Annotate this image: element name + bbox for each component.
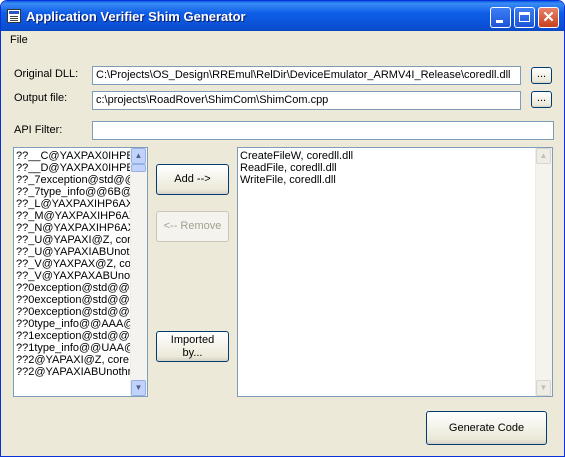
window-title: Application Verifier Shim Generator [26,9,246,24]
scroll-up-icon[interactable]: ▲ [536,148,551,164]
list-item[interactable]: ??_V@YAXPAXABUno [16,270,130,282]
list-item[interactable]: CreateFileW, coredll.dll [240,150,535,162]
list-item[interactable]: ??0type_info@@AAA@ [16,318,130,330]
list-item[interactable]: ??2@YAPAXI@Z, core [16,354,130,366]
list-item[interactable]: ??__D@YAXPAX0IHPE [16,162,130,174]
menu-file[interactable]: File [10,34,28,46]
left-scrollbar[interactable]: ▲ ▼ [130,148,147,396]
api-filter-label: API Filter: [14,124,63,136]
close-button[interactable]: ✕ [538,7,559,28]
maximize-icon [519,12,530,22]
list-item[interactable]: ??_V@YAXPAX@Z, co [16,258,130,270]
browse-original-dll-button[interactable]: ... [531,67,552,84]
list-item[interactable]: ??_M@YAXPAXIHP6AX [16,210,130,222]
app-icon[interactable] [7,9,21,23]
maximize-button[interactable] [514,7,535,28]
scroll-down-icon[interactable]: ▼ [536,380,551,396]
list-item[interactable]: ??_N@YAXPAXIHP6AX [16,222,130,234]
output-file-label: Output file: [14,92,68,104]
title-bar[interactable]: Application Verifier Shim Generator ✕ [1,1,564,31]
imported-by-button[interactable]: Imported by... [156,331,229,362]
list-item[interactable]: ??2@YAPAXIABUnothr [16,366,130,378]
generate-code-button[interactable]: Generate Code [426,411,547,445]
list-item[interactable]: ReadFile, coredll.dll [240,162,535,174]
list-item[interactable]: ??_U@YAPAXIABUnot [16,246,130,258]
original-dll-field[interactable]: C:\Projects\OS_Design\RREmul\RelDir\Devi… [92,66,521,85]
output-file-field[interactable]: c:\projects\RoadRover\ShimCom\ShimCom.cp… [92,91,521,110]
close-icon: ✕ [542,9,555,26]
list-item[interactable]: ??1type_info@@UAA@ [16,342,130,354]
menu-bar: File [1,31,564,50]
scroll-thumb[interactable] [131,164,146,172]
list-item[interactable]: ??_7exception@std@@ [16,174,130,186]
list-item[interactable]: ??__C@YAXPAX0IHPE [16,150,130,162]
minimize-button[interactable] [490,7,511,28]
add-button[interactable]: Add --> [156,164,229,195]
original-dll-label: Original DLL: [14,68,79,80]
available-functions-list[interactable]: ??__C@YAXPAX0IHPE ??__D@YAXPAX0IHPE ??_7ex… [13,147,148,397]
api-filter-input[interactable] [92,121,554,140]
list-item[interactable]: ??0exception@std@@ [16,294,130,306]
main-window: Application Verifier Shim Generator ✕ Fi… [0,0,565,457]
right-scrollbar[interactable]: ▲ ▼ [535,148,552,396]
list-item[interactable]: ??_7type_info@@6B@ [16,186,130,198]
list-item[interactable]: ??_U@YAPAXI@Z, cor [16,234,130,246]
browse-output-file-button[interactable]: ... [531,91,552,108]
imported-by-label-line2: by... [182,347,203,359]
list-item[interactable]: ??_L@YAXPAXIHP6AX [16,198,130,210]
available-functions-items: ??__C@YAXPAX0IHPE ??__D@YAXPAX0IHPE ??_7ex… [16,150,130,378]
list-item[interactable]: ??1exception@std@@ [16,330,130,342]
list-item[interactable]: ??0exception@std@@ [16,306,130,318]
scroll-down-icon[interactable]: ▼ [131,380,146,396]
selected-functions-items: CreateFileW, coredll.dll ReadFile, coredl… [240,150,535,186]
remove-button[interactable]: <-- Remove [156,211,229,242]
list-item[interactable]: WriteFile, coredll.dll [240,174,535,186]
minimize-icon [496,20,503,23]
selected-functions-list[interactable]: CreateFileW, coredll.dll ReadFile, coredl… [237,147,553,397]
imported-by-label-line1: Imported [170,334,215,346]
list-item[interactable]: ??0exception@std@@ [16,282,130,294]
scroll-up-icon[interactable]: ▲ [131,148,146,164]
